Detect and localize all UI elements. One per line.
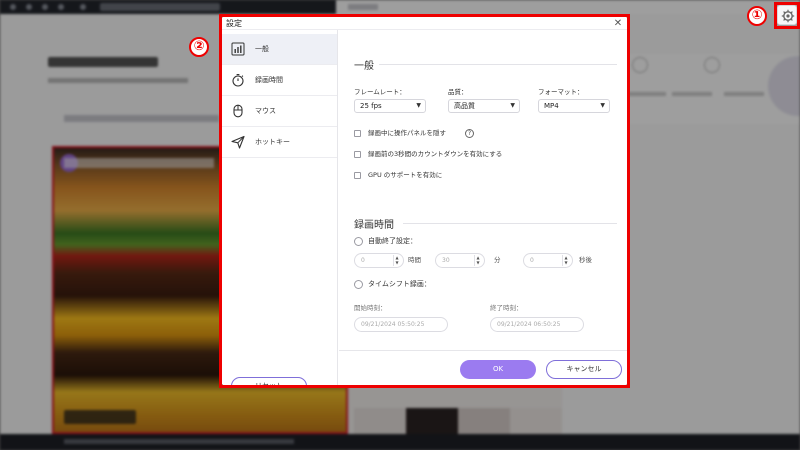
- highlight-frame-gear: [774, 2, 800, 29]
- step-marker-2: ②: [189, 37, 209, 57]
- highlight-frame-dialog: [219, 14, 630, 388]
- step-marker-1: ①: [747, 6, 767, 26]
